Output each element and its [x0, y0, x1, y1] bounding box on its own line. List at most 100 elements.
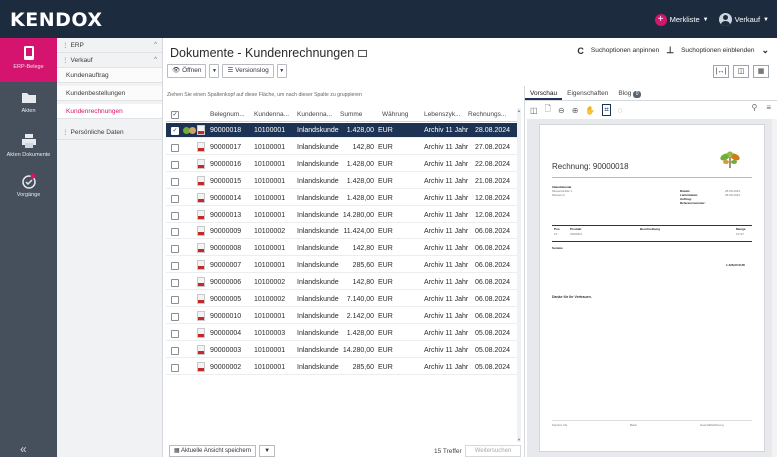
- column-header[interactable]: Rechnungs...: [468, 108, 516, 122]
- pdf-icon: [197, 260, 205, 271]
- tree-item-kundenauftrag[interactable]: Kundenauftrag: [57, 68, 162, 83]
- tree-item-verkauf[interactable]: ⋮ Verkauf ^: [57, 53, 162, 68]
- row-checkbox[interactable]: [171, 329, 179, 338]
- row-checkbox[interactable]: [171, 211, 179, 220]
- double-chevron-down-icon[interactable]: ⌄: [761, 45, 769, 56]
- row-checkbox[interactable]: ✓: [171, 127, 179, 135]
- refresh-icon[interactable]: C: [577, 46, 584, 56]
- table-row[interactable]: 90000010 10100001 Inlandskunde 2.142,00 EUR A…: [166, 309, 519, 324]
- cell-kundennummer: 10100002: [254, 296, 286, 303]
- show-search-options[interactable]: Suchoptionen einblenden: [681, 47, 754, 54]
- search-icon[interactable]: ⚲: [751, 103, 757, 112]
- zoom-out-icon[interactable]: ⊖: [558, 106, 565, 115]
- column-header[interactable]: Lebenszyk...: [424, 108, 462, 122]
- table-row[interactable]: 90000006 10100002 Inlandskunde 142,80 EUR Arc…: [166, 275, 519, 291]
- save-view-dropdown[interactable]: ▼: [259, 445, 276, 457]
- cell-kundenname: Inlandskunde: [297, 346, 339, 354]
- rail-item-akten-dokumente[interactable]: Akten Dokumente: [0, 126, 57, 170]
- drag-handle-icon: ⋮: [62, 129, 69, 136]
- row-checkbox[interactable]: [171, 245, 179, 254]
- row-checkbox[interactable]: [171, 312, 179, 321]
- column-header[interactable]: Kundenna...: [297, 108, 335, 122]
- tree-item-kundenrechnungen[interactable]: Kundenrechnungen: [57, 104, 162, 119]
- collapse-rail-icon[interactable]: «: [20, 442, 27, 456]
- tab-eigenschaften[interactable]: Eigenschaften: [562, 86, 613, 100]
- table-row[interactable]: 90000014 10100001 Inlandskunde 1.428,00 EUR A…: [166, 191, 519, 206]
- column-header[interactable]: Belegnum...: [210, 108, 248, 122]
- table-row[interactable]: ✓ 90000018 10100001 Inlandskunde 1.428,00 EUR…: [166, 123, 519, 138]
- column-header[interactable]: Kundenna...: [254, 108, 292, 122]
- tree-item-persoenliche-daten[interactable]: ⋮ Persönliche Daten: [57, 125, 162, 140]
- tab-blog[interactable]: Blog 0: [613, 86, 646, 100]
- row-checkbox[interactable]: [171, 346, 179, 355]
- row-checkbox[interactable]: [171, 228, 179, 237]
- rail-item-erp-belege[interactable]: ERP-Belege: [0, 38, 57, 82]
- open-dropdown-button[interactable]: ▼: [209, 64, 220, 78]
- cell-summe: 142,80: [352, 143, 374, 151]
- row-checkbox[interactable]: [171, 160, 179, 169]
- table-row[interactable]: 90000003 10100001 Inlandskunde 14.280,00 EUR…: [166, 343, 519, 358]
- row-checkbox[interactable]: [171, 296, 179, 304]
- document-viewer[interactable]: Rechnung: 90000018 Inlandskunde Musterst…: [527, 119, 777, 457]
- column-header[interactable]: Summe: [340, 108, 370, 122]
- rail-item-akten[interactable]: Akten: [0, 82, 57, 126]
- table-row[interactable]: 90000002 10100001 Inlandskunde 285,60 EUR Arc…: [166, 360, 519, 375]
- table-row[interactable]: 90000005 10100002 Inlandskunde 7.140,00 EUR A…: [166, 292, 519, 307]
- scroll-up-icon[interactable]: ▲: [517, 108, 521, 113]
- table-row[interactable]: 90000007 10100001 Inlandskunde 285,60 EUR Arc…: [166, 258, 519, 274]
- pin-search-options[interactable]: Suchoptionen anpinnen: [591, 47, 659, 54]
- version-log-button[interactable]: ☰ Versionslog: [222, 64, 274, 78]
- drag-handle-icon: ⋮: [62, 57, 69, 64]
- page-icon[interactable]: 🗋: [545, 103, 551, 117]
- search-more-button[interactable]: Weitersuchen: [465, 445, 521, 457]
- user-menu-button[interactable]: Verkauf ▼: [718, 13, 769, 26]
- grid-view-icon[interactable]: ▦: [753, 65, 769, 78]
- pin-icon[interactable]: ⊥: [666, 45, 674, 56]
- row-checkbox[interactable]: [171, 279, 179, 288]
- row-checkbox[interactable]: [171, 194, 179, 203]
- split-view-icon[interactable]: ◫: [733, 65, 749, 78]
- cell-lebenszyklus: Archiv 11 Jahr: [424, 177, 469, 185]
- table-row[interactable]: 90000008 10100001 Inlandskunde 142,80 EUR Arc…: [166, 241, 519, 257]
- hand-tool-icon[interactable]: ✋: [585, 106, 595, 115]
- open-button[interactable]: 👁 Öffnen: [167, 64, 207, 78]
- fit-width-icon[interactable]: |↔|: [713, 65, 729, 78]
- hide-icon[interactable]: ◌: [618, 106, 623, 115]
- column-header[interactable]: Währung: [382, 108, 412, 122]
- cell-waehrung: EUR: [378, 245, 393, 253]
- rail-item-vorgaenge[interactable]: Vorgänge: [0, 166, 57, 210]
- table-cell: S000001: [570, 232, 583, 236]
- row-checkbox[interactable]: [171, 177, 179, 186]
- group-drop-hint[interactable]: Ziehen Sie einen Spaltenkopf auf diese F…: [167, 92, 362, 98]
- tree-item-erp[interactable]: ⋮ ERP ^: [57, 38, 162, 53]
- version-dropdown-button[interactable]: ▼: [276, 64, 287, 78]
- tree-item-label: Persönliche Daten: [70, 129, 124, 136]
- cell-kundenname: Inlandskunde: [297, 160, 339, 168]
- cell-belegnummer: 90000007: [210, 262, 242, 270]
- table-row[interactable]: 90000015 10100001 Inlandskunde 1.428,00 EUR A…: [166, 174, 519, 189]
- sidebar-toggle-icon[interactable]: ◫: [530, 106, 538, 115]
- table-row[interactable]: 90000016 10100001 Inlandskunde 1.428,00 EUR A…: [166, 157, 519, 172]
- table-row[interactable]: 90000013 10100001 Inlandskunde 14.280,00 EUR…: [166, 208, 519, 223]
- pdf-icon: [197, 175, 205, 186]
- cell-rechnungsdatum: 06.08.2024: [475, 296, 511, 303]
- row-checkbox[interactable]: [171, 363, 179, 372]
- table-row[interactable]: 90000009 10100002 Inlandskunde 11.424,00 EUR…: [166, 224, 519, 240]
- window-icon[interactable]: [358, 50, 368, 57]
- table-cell: 10: [554, 232, 558, 236]
- save-view-button[interactable]: ▦ Aktuelle Ansicht speichern: [169, 445, 257, 457]
- table-row[interactable]: 90000017 10100001 Inlandskunde 142,80 EUR Arc…: [166, 140, 519, 155]
- grid-scrollbar[interactable]: ▲ ▼: [517, 108, 521, 442]
- row-checkbox[interactable]: [171, 143, 179, 152]
- select-tool-icon[interactable]: ⌗: [602, 104, 611, 116]
- table-row[interactable]: 90000004 10100003 Inlandskunde 1.428,00 EUR A…: [166, 326, 519, 341]
- preview-scrollbar[interactable]: [772, 119, 777, 457]
- scroll-down-icon[interactable]: ▼: [517, 437, 521, 442]
- tab-vorschau[interactable]: Vorschau: [525, 86, 563, 100]
- tree-item-kundenbestellungen[interactable]: Kundenbestellungen: [57, 86, 162, 101]
- row-checkbox[interactable]: [171, 262, 179, 271]
- watchlist-button[interactable]: + Merkliste ▼: [654, 13, 709, 26]
- menu-icon[interactable]: ≡: [766, 103, 771, 112]
- select-all-checkbox[interactable]: ✓: [171, 111, 179, 119]
- zoom-in-icon[interactable]: ⊕: [572, 106, 579, 115]
